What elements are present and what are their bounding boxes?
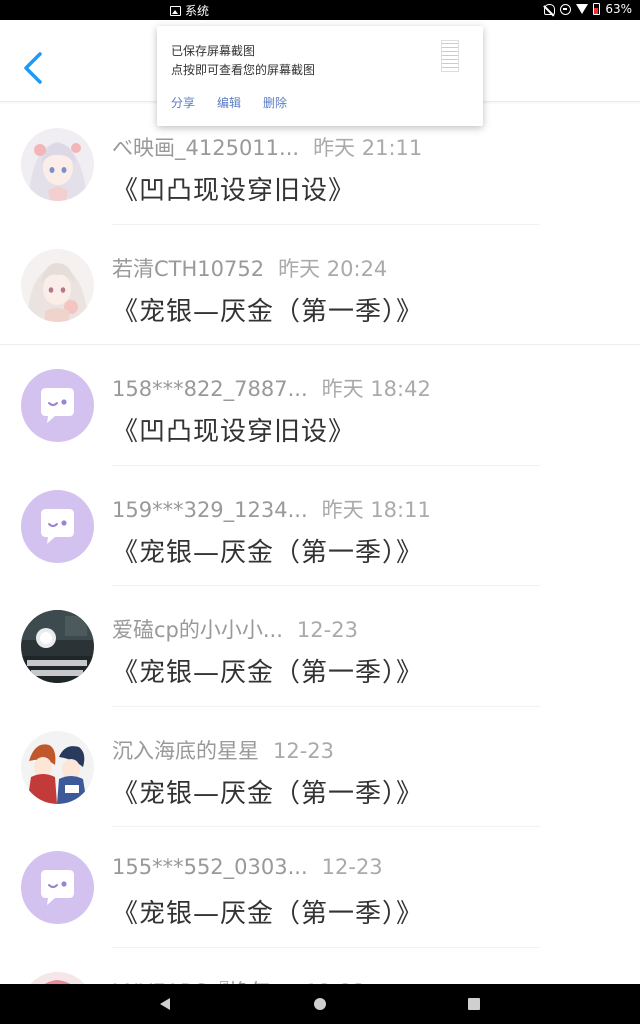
timestamp: 昨天 18:42 bbox=[321, 377, 431, 401]
edit-button[interactable]: 编辑 bbox=[217, 94, 241, 111]
list-item[interactable]: 159***329_1234... 昨天 18:11 《宠银—厌金（第一季）》 bbox=[0, 466, 640, 586]
timestamp: 昨天 20:24 bbox=[278, 256, 388, 281]
status-bar: 系统 63% bbox=[0, 0, 640, 20]
item-meta: 若清CTH10752 昨天 20:24 bbox=[112, 253, 387, 283]
toast-title: 已保存屏幕截图 bbox=[171, 44, 256, 58]
nav-back-icon[interactable] bbox=[160, 998, 170, 1010]
photo-avatar-icon bbox=[21, 610, 94, 683]
work-title[interactable]: 《宠银—厌金（第一季）》 bbox=[112, 893, 423, 930]
user-name[interactable]: べ映画_4125011... bbox=[112, 132, 299, 162]
item-meta: 159***329_1234... 昨天 18:11 bbox=[112, 494, 431, 524]
status-indicators: 63% bbox=[544, 2, 632, 16]
list-item[interactable]: 155***552_0303... 12-23 《宠银—厌金（第一季）》 bbox=[0, 827, 640, 948]
item-meta: 158***822_7887... 昨天 18:42 bbox=[112, 373, 431, 403]
share-button[interactable]: 分享 bbox=[171, 94, 195, 111]
item-meta: べ映画_4125011... 昨天 21:11 bbox=[112, 132, 422, 162]
list-item[interactable]: 若清CTH10752 昨天 20:24 《宠银—厌金（第一季）》 bbox=[0, 225, 640, 345]
timestamp: 12-23 bbox=[321, 855, 383, 879]
screenshot-thumbnail[interactable] bbox=[441, 40, 459, 72]
user-name[interactable]: 155***552_0303... bbox=[112, 855, 308, 879]
user-name[interactable]: 158***822_7887... bbox=[112, 377, 308, 401]
bell-muted-icon bbox=[544, 3, 556, 15]
user-name[interactable]: 沉入海底的星星 bbox=[112, 735, 259, 765]
item-meta: 爱磕cp的小小小... 12-23 bbox=[112, 614, 358, 644]
nav-home-icon[interactable] bbox=[314, 998, 326, 1010]
timestamp: 昨天 18:11 bbox=[321, 497, 431, 522]
list-item[interactable]: 沉入海底的星星 12-23 《宠银—厌金（第一季）》 bbox=[0, 707, 640, 827]
back-button[interactable] bbox=[18, 48, 52, 88]
timestamp: 12-23 bbox=[296, 618, 358, 642]
list-item[interactable]: 爱磕cp的小小小... 12-23 《宠银—厌金（第一季）》 bbox=[0, 586, 640, 707]
item-meta: 沉入海底的星星 12-23 bbox=[112, 735, 334, 765]
status-notification-label: 系统 bbox=[185, 4, 210, 18]
system-nav-bar bbox=[0, 984, 640, 1024]
avatar[interactable] bbox=[21, 248, 94, 322]
nav-recents-icon[interactable] bbox=[468, 998, 480, 1010]
item-meta: 155***552_0303... 12-23 bbox=[112, 855, 383, 879]
default-chat-avatar-icon bbox=[21, 369, 94, 442]
battery-level: 63% bbox=[605, 2, 632, 16]
delete-button[interactable]: 删除 bbox=[263, 94, 287, 111]
user-name[interactable]: 159***329_1234... bbox=[112, 498, 308, 522]
work-title[interactable]: 《宠银—厌金（第一季）》 bbox=[112, 652, 423, 689]
work-title[interactable]: 《凹凸现设穿旧设》 bbox=[112, 411, 355, 448]
anime-girl-avatar-icon bbox=[21, 128, 94, 201]
work-title[interactable]: 《凹凸现设穿旧设》 bbox=[112, 170, 355, 207]
toast-subtitle: 点按即可查看您的屏幕截图 bbox=[171, 63, 316, 77]
timestamp: 昨天 21:11 bbox=[313, 136, 423, 160]
avatar[interactable] bbox=[21, 851, 94, 924]
comment-list: べ映画_4125011... 昨天 21:11 《凹凸现设穿旧设》 若清CTH10… bbox=[0, 104, 640, 1024]
list-item[interactable]: 158***822_7887... 昨天 18:42 《凹凸现设穿旧设》 bbox=[0, 345, 640, 466]
do-not-disturb-icon bbox=[560, 3, 572, 15]
anime-duo-avatar-icon bbox=[21, 730, 94, 804]
screenshot-toast[interactable]: 已保存屏幕截图 点按即可查看您的屏幕截图 分享 编辑 删除 bbox=[157, 26, 483, 126]
work-title[interactable]: 《宠银—厌金（第一季）》 bbox=[112, 291, 423, 328]
user-name[interactable]: 爱磕cp的小小小... bbox=[112, 614, 283, 644]
avatar[interactable] bbox=[21, 489, 94, 563]
avatar[interactable] bbox=[21, 369, 94, 442]
timestamp: 12-23 bbox=[273, 738, 335, 763]
anime-girl-avatar-icon bbox=[21, 248, 94, 322]
avatar[interactable] bbox=[21, 128, 94, 201]
work-title[interactable]: 《宠银—厌金（第一季）》 bbox=[112, 532, 423, 569]
work-title[interactable]: 《宠银—厌金（第一季）》 bbox=[112, 773, 423, 810]
battery-icon bbox=[593, 3, 601, 15]
avatar[interactable] bbox=[21, 730, 94, 804]
toast-actions: 分享 编辑 删除 bbox=[171, 94, 287, 111]
default-chat-avatar-icon bbox=[21, 489, 94, 563]
default-chat-avatar-icon bbox=[21, 851, 94, 924]
image-icon bbox=[170, 5, 181, 16]
chevron-left-icon bbox=[24, 52, 42, 84]
wifi-icon bbox=[576, 4, 589, 14]
avatar[interactable] bbox=[21, 610, 94, 683]
status-notification: 系统 bbox=[170, 2, 209, 19]
user-name[interactable]: 若清CTH10752 bbox=[112, 253, 264, 283]
